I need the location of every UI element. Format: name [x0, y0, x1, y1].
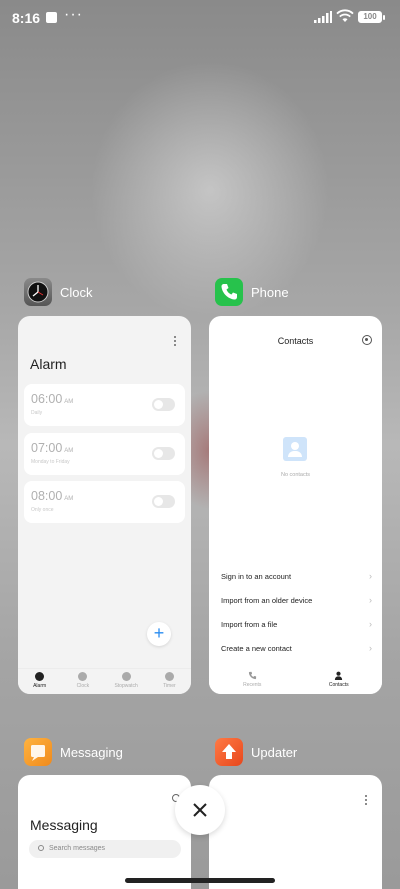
alarm-item[interactable]: 07:00 AM Monday to Friday	[24, 433, 185, 475]
more-options-icon[interactable]	[364, 794, 368, 808]
search-input[interactable]: Search messages	[29, 840, 181, 858]
wifi-icon	[336, 9, 354, 22]
alarm-toggle[interactable]	[152, 398, 175, 411]
alarm-item[interactable]: 06:00 AM Daily	[24, 384, 185, 426]
background-glow	[90, 60, 330, 320]
clock-app-card[interactable]: Alarm 06:00 AM Daily 07:00 AM Monday to Fr…	[18, 316, 191, 694]
tab-clock[interactable]: Clock	[61, 669, 104, 694]
chevron-right-icon: ›	[369, 643, 372, 653]
chevron-right-icon: ›	[369, 571, 372, 581]
battery-icon: 100	[358, 11, 385, 23]
phone-bottom-nav: Recents Contacts	[209, 668, 382, 694]
tab-label: Stopwatch	[114, 683, 138, 689]
tab-label: Contacts	[328, 682, 349, 688]
option-label: Create a new contact	[221, 644, 292, 653]
tab-label: Clock	[76, 683, 90, 689]
alarm-time: 06:00 AM	[31, 392, 74, 406]
sign-in-option[interactable]: Sign in to an account ›	[221, 571, 372, 581]
alarm-repeat: Only once	[31, 507, 54, 513]
option-label: Import from an older device	[221, 596, 313, 605]
phone-app-header[interactable]: Phone	[215, 277, 289, 307]
signal-icon	[314, 11, 332, 23]
clear-all-button[interactable]	[175, 785, 225, 835]
tab-label: Recents	[243, 682, 262, 688]
stopwatch-icon	[121, 672, 131, 681]
clock-icon	[24, 278, 52, 306]
import-file-option[interactable]: Import from a file ›	[221, 619, 372, 629]
alarm-repeat: Monday to Friday	[31, 459, 70, 465]
tab-recents[interactable]: Recents	[209, 668, 296, 694]
status-bar: 8:16 ··· 100	[0, 0, 400, 36]
clock-app-name: Clock	[60, 284, 93, 300]
clock-bottom-nav: Alarm Clock Stopwatch Timer	[18, 668, 191, 694]
clock-app-header[interactable]: Clock	[24, 277, 93, 307]
tab-label: Timer	[163, 683, 176, 689]
chevron-right-icon: ›	[369, 595, 372, 605]
alarm-title: Alarm	[30, 356, 67, 372]
phone-app-name: Phone	[251, 284, 289, 300]
updater-icon	[215, 738, 243, 766]
alarm-toggle[interactable]	[152, 447, 175, 460]
updater-app-card[interactable]	[209, 775, 382, 889]
updater-app-name: Updater	[251, 744, 298, 760]
search-icon	[38, 845, 44, 851]
updater-app-header[interactable]: Updater	[215, 737, 297, 767]
tab-alarm[interactable]: Alarm	[18, 669, 61, 694]
alarm-toggle[interactable]	[152, 495, 175, 508]
gear-icon[interactable]	[362, 335, 372, 345]
alarm-icon	[35, 672, 45, 681]
tab-label: Alarm	[33, 683, 47, 689]
status-time: 8:16	[12, 10, 41, 26]
import-older-device-option[interactable]: Import from an older device ›	[221, 595, 372, 605]
tab-timer[interactable]: Timer	[148, 669, 191, 694]
chevron-right-icon: ›	[369, 619, 372, 629]
empty-state-text: No contacts	[280, 472, 311, 478]
alarm-repeat: Daily	[31, 410, 43, 416]
more-options-icon[interactable]	[173, 335, 177, 349]
notification-icon	[46, 12, 57, 23]
messaging-app-card[interactable]: Messaging Search messages	[18, 775, 191, 889]
home-indicator[interactable]	[125, 878, 275, 883]
contact-placeholder-icon	[283, 437, 307, 461]
messaging-app-name: Messaging	[60, 744, 123, 760]
alarm-time: 08:00 AM	[31, 489, 74, 503]
phone-app-card[interactable]: Contacts No contacts Sign in to an accou…	[209, 316, 382, 694]
alarm-time: 07:00 AM	[31, 441, 74, 455]
overflow-indicator: ···	[64, 6, 83, 23]
tab-contacts[interactable]: Contacts	[296, 668, 383, 694]
contacts-title: Contacts	[277, 336, 314, 346]
timer-icon	[164, 672, 174, 681]
clock-tab-icon	[78, 672, 88, 681]
close-icon	[193, 803, 207, 817]
contacts-icon	[335, 671, 343, 680]
messaging-app-header[interactable]: Messaging	[24, 737, 123, 767]
tab-stopwatch[interactable]: Stopwatch	[105, 669, 148, 694]
option-label: Import from a file	[221, 620, 278, 629]
add-alarm-button[interactable]: +	[147, 622, 171, 646]
option-label: Sign in to an account	[221, 572, 292, 581]
messaging-icon	[24, 738, 52, 766]
recents-icon	[248, 671, 256, 680]
create-contact-option[interactable]: Create a new contact ›	[221, 643, 372, 653]
alarm-item[interactable]: 08:00 AM Only once	[24, 481, 185, 523]
search-placeholder: Search messages	[49, 845, 106, 852]
messaging-title: Messaging	[30, 817, 98, 833]
phone-icon	[215, 278, 243, 306]
